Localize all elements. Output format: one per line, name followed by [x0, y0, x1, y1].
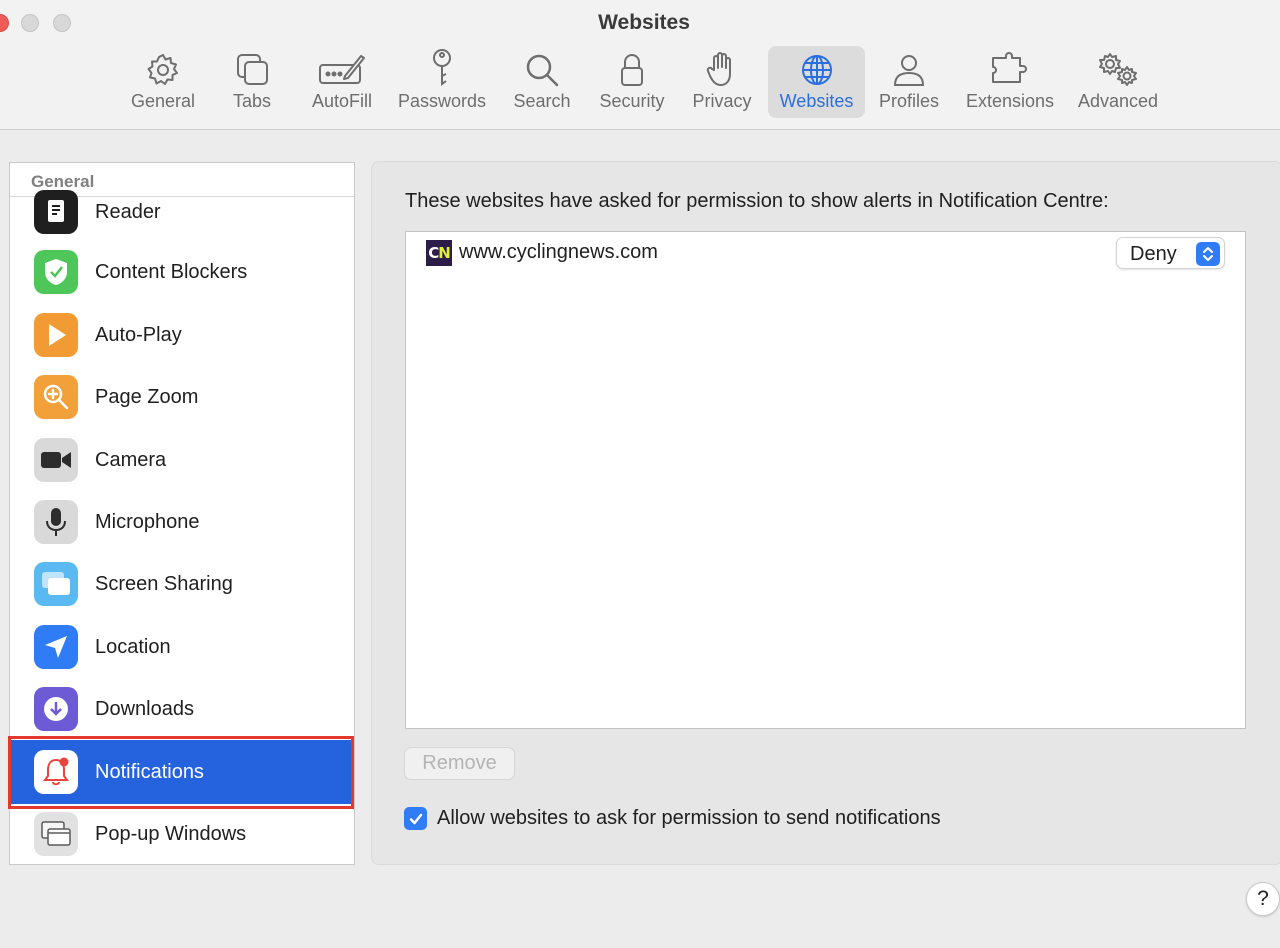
bell-icon — [34, 750, 78, 794]
sidebar-item-label: Camera — [95, 448, 167, 471]
gears-icon — [1096, 46, 1140, 90]
sidebar-item-label: Screen Sharing — [95, 572, 233, 595]
zoom-icon — [34, 375, 78, 419]
tab-extensions[interactable]: Extensions — [962, 46, 1058, 118]
sidebar-item-label: Microphone — [95, 510, 200, 533]
tab-profiles[interactable]: Profiles — [874, 46, 944, 118]
sidebar[interactable]: General Reader Content Blockers Auto-Pla… — [9, 162, 355, 865]
search-icon — [524, 46, 560, 90]
puzzle-icon — [990, 46, 1030, 90]
tab-extensions-label: Extensions — [965, 91, 1055, 111]
site-domain: www.cyclingnews.com — [459, 241, 658, 263]
reader-icon — [34, 190, 78, 234]
site-favicon: CN — [426, 240, 452, 266]
sidebar-item-downloads[interactable]: Downloads — [10, 678, 354, 740]
tab-general-label: General — [130, 91, 196, 111]
lock-icon — [618, 46, 646, 90]
content-blockers-icon — [34, 250, 78, 294]
sidebar-item-label: Notifications — [95, 760, 204, 783]
hand-icon — [706, 46, 738, 90]
tab-privacy[interactable]: Privacy — [688, 46, 756, 118]
camera-icon — [34, 438, 78, 482]
website-list[interactable]: CN www.cyclingnews.com Deny — [405, 231, 1246, 729]
tab-privacy-label: Privacy — [692, 91, 752, 111]
tab-tabs-label: Tabs — [232, 91, 272, 111]
sidebar-item-page-zoom[interactable]: Page Zoom — [10, 366, 354, 428]
sidebar-item-label: Downloads — [95, 697, 194, 720]
chevron-up-down-icon — [1196, 242, 1220, 266]
panel-description: These websites have asked for permission… — [405, 190, 1109, 212]
tab-advanced-label: Advanced — [1077, 91, 1159, 111]
preferences-toolbar: Websites General Tabs AutoFill Passwords… — [0, 0, 1280, 130]
sidebar-item-popup-windows[interactable]: Pop-up Windows — [10, 803, 354, 864]
allow-permission-label: Allow websites to ask for permission to … — [437, 807, 941, 829]
tab-autofill[interactable]: AutoFill — [306, 46, 378, 118]
tab-tabs[interactable]: Tabs — [222, 46, 282, 118]
favicon-text: CN — [428, 244, 451, 262]
checkmark-icon — [409, 813, 422, 824]
permission-select[interactable]: Deny — [1116, 237, 1225, 269]
sidebar-item-label: Location — [95, 635, 171, 658]
tab-profiles-label: Profiles — [878, 91, 940, 111]
tab-passwords-label: Passwords — [397, 91, 487, 111]
permission-value: Deny — [1130, 243, 1177, 265]
gear-icon — [145, 46, 181, 90]
sidebar-item-label: Pop-up Windows — [95, 822, 247, 845]
help-button[interactable]: ? — [1246, 882, 1280, 916]
tab-passwords[interactable]: Passwords — [394, 46, 490, 118]
autofill-icon — [317, 46, 367, 90]
sidebar-item-screen-sharing[interactable]: Screen Sharing — [10, 553, 354, 615]
tab-security[interactable]: Security — [594, 46, 670, 118]
sidebar-item-notifications[interactable]: Notifications — [10, 740, 354, 804]
person-icon — [892, 46, 926, 90]
tab-general[interactable]: General — [126, 46, 200, 118]
sidebar-item-microphone[interactable]: Microphone — [10, 491, 354, 553]
tab-websites-label: Websites — [779, 91, 854, 111]
tab-security-label: Security — [599, 91, 665, 111]
play-icon — [34, 313, 78, 357]
sidebar-item-camera[interactable]: Camera — [10, 429, 354, 491]
tab-autofill-label: AutoFill — [311, 91, 373, 111]
tab-search[interactable]: Search — [510, 46, 574, 118]
downloads-icon — [34, 687, 78, 731]
screen-sharing-icon — [34, 562, 78, 606]
sidebar-item-label: Content Blockers — [95, 260, 248, 283]
sidebar-item-reader[interactable]: Reader — [10, 181, 354, 243]
remove-button[interactable]: Remove — [404, 747, 515, 780]
table-row[interactable]: CN www.cyclingnews.com Deny — [406, 232, 1245, 274]
key-icon — [428, 46, 456, 90]
sidebar-item-label: Auto-Play — [95, 323, 182, 346]
sidebar-item-auto-play[interactable]: Auto-Play — [10, 304, 354, 366]
popup-windows-icon — [34, 812, 78, 856]
sidebar-item-content-blockers[interactable]: Content Blockers — [10, 241, 354, 303]
tabs-icon — [234, 46, 270, 90]
allow-permission-checkbox[interactable] — [404, 807, 427, 830]
window-title: Websites — [598, 11, 690, 34]
tab-advanced[interactable]: Advanced — [1074, 46, 1162, 118]
location-icon — [34, 625, 78, 669]
tab-search-label: Search — [513, 91, 571, 111]
tab-websites[interactable]: Websites — [768, 46, 865, 118]
sidebar-item-label: Page Zoom — [95, 385, 199, 408]
microphone-icon — [34, 500, 78, 544]
sidebar-item-label: Reader — [95, 200, 161, 223]
globe-icon — [799, 46, 835, 90]
sidebar-item-location[interactable]: Location — [10, 616, 354, 678]
